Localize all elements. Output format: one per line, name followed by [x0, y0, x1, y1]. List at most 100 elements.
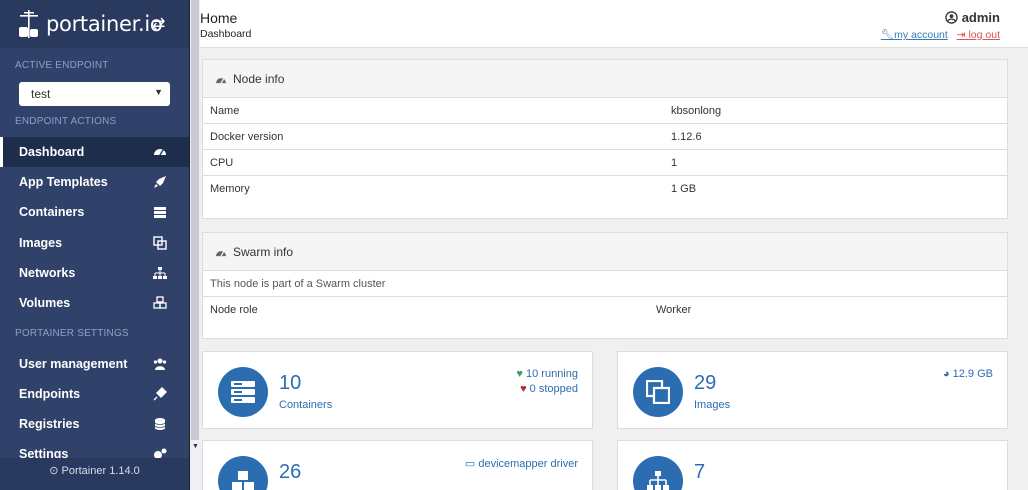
sidebar-item-label: Registries [19, 417, 80, 431]
user-circle-icon [944, 11, 958, 24]
sign-out-icon: ⇥ [956, 29, 966, 41]
sidebar-item-label: User management [19, 357, 128, 371]
images-label: Images [694, 399, 731, 411]
cubes-icon [153, 296, 167, 309]
caret-down-icon: ▼ [154, 87, 163, 97]
sidebar-item-volumes[interactable]: Volumes [0, 288, 189, 318]
sidebar-item-containers[interactable]: Containers [0, 197, 189, 227]
version-footer: ⊙ Portainer 1.14.0 [0, 458, 189, 490]
table-row: Docker version 1.12.6 [203, 124, 1007, 150]
swarm-info-widget: Swarm info This node is part of a Swarm … [202, 232, 1008, 339]
sidebar-item-label: Networks [19, 266, 76, 280]
endpoint-actions-label: ENDPOINT ACTIONS [15, 116, 117, 127]
running-status: ♥︎ 10 running [516, 368, 578, 380]
containers-label: Containers [279, 399, 333, 411]
tachometer-icon [216, 77, 226, 83]
page-header: Home Dashboard admin 🔧︎my account ⇥ log … [200, 0, 1028, 48]
sidebar-item-label: Containers [19, 205, 85, 219]
volumes-tile[interactable]: 26 ▭ devicemapper driver [202, 440, 593, 490]
row-value: kbsonlong [671, 104, 722, 117]
my-account-link[interactable]: 🔧︎my account [881, 29, 948, 41]
sidebar-item-label: App Templates [19, 175, 108, 189]
images-size: ◕ 12.9 GB [943, 368, 993, 380]
endpoint-select[interactable]: test ▼ [19, 82, 170, 106]
table-row: Memory 1 GB [203, 176, 1007, 202]
log-out-link[interactable]: ⇥ log out [957, 29, 1000, 41]
volumes-driver-value: devicemapper driver [478, 458, 578, 470]
sidebar-toggle-icon[interactable]: ⇄ [152, 14, 165, 34]
containers-tile[interactable]: 10 Containers ♥︎ 10 running ♥︎ 0 stopped [202, 351, 593, 429]
clone-icon [633, 367, 683, 417]
hdd-icon: ▭ [464, 458, 476, 470]
row-key: Memory [210, 183, 250, 195]
portainer-logo: portainer.io [16, 9, 163, 39]
swarm-info-title: Swarm info [233, 244, 294, 259]
sidebar-item-app-templates[interactable]: App Templates [0, 167, 189, 197]
sitemap-icon [153, 267, 167, 279]
sidebar-item-dashboard[interactable]: Dashboard [0, 137, 189, 167]
sidebar-item-images[interactable]: Images [0, 228, 189, 258]
heartbeat-icon: ♥︎ [520, 383, 527, 395]
sidebar-item-label: Dashboard [19, 145, 85, 159]
cogs-icon [154, 448, 167, 458]
pie-chart-icon: ◕ [942, 368, 950, 380]
scroll-down-arrow-icon[interactable]: ▼ [192, 443, 199, 450]
row-key: Name [210, 104, 240, 117]
sidebar-item-networks[interactable]: Networks [0, 258, 189, 288]
user-menu: admin [944, 10, 1000, 25]
networks-count: 7 [694, 461, 706, 483]
active-endpoint-label: ACTIVE ENDPOINT [15, 60, 109, 71]
username: admin [961, 10, 1000, 25]
row-value: 1 [671, 156, 678, 169]
table-row: Node role Worker [203, 297, 1007, 323]
endpoint-selected-value: test [31, 87, 51, 101]
sidebar-item-label: Images [19, 236, 63, 250]
volumes-driver: ▭ devicemapper driver [465, 457, 578, 470]
row-key: CPU [210, 156, 234, 169]
sidebar-item-user-management[interactable]: User management [0, 349, 189, 379]
sidebar-item-label: Settings [19, 447, 69, 458]
cubes-icon [218, 456, 268, 490]
networks-tile[interactable]: 7 [617, 440, 1008, 490]
stopped-count: 0 stopped [529, 383, 578, 395]
row-key: Node role [210, 304, 258, 316]
clone-icon [153, 236, 167, 250]
sitemap-icon [633, 456, 683, 490]
my-account-label: my account [894, 29, 948, 41]
volumes-count: 26 [279, 461, 302, 483]
wrench-icon: 🔧︎ [880, 29, 895, 41]
scrollbar-thumb[interactable] [191, 0, 199, 440]
portainer-logo-icon [19, 10, 38, 38]
sidebar-item-label: Volumes [19, 296, 71, 310]
tachometer-icon [154, 149, 166, 156]
stopped-status: ♥︎ 0 stopped [520, 383, 578, 395]
swarm-info-header: Swarm info [203, 233, 1007, 271]
sidebar-item-label: Endpoints [19, 387, 81, 401]
images-count: 29 [694, 372, 717, 394]
node-info-widget: Node info Name kbsonlong Docker version 1.… [202, 59, 1008, 219]
header-links: 🔧︎my account ⇥ log out [881, 28, 1000, 41]
tachometer-icon [216, 250, 226, 256]
github-icon: ⊙ [49, 465, 59, 477]
version-label: Portainer 1.14.0 [61, 465, 140, 477]
row-value: 1 GB [671, 183, 697, 195]
row-value: 1.12.6 [671, 130, 702, 143]
server-icon [218, 367, 268, 417]
node-info-title: Node info [233, 71, 285, 86]
plug-icon [153, 387, 167, 401]
row-value: Worker [656, 304, 692, 316]
brand-name: portainer.io [46, 12, 163, 36]
server-icon [154, 207, 166, 218]
log-out-label: log out [968, 29, 1000, 41]
sidebar-item-settings[interactable]: Settings [0, 439, 189, 458]
images-tile[interactable]: 29 Images ◕ 12.9 GB [617, 351, 1008, 429]
node-info-header: Node info [203, 60, 1007, 98]
running-count: 10 running [526, 368, 578, 380]
portainer-settings-label: PORTAINER SETTINGS [15, 328, 129, 339]
heartbeat-icon: ♥︎ [516, 368, 523, 380]
swarm-note: This node is part of a Swarm cluster [203, 271, 1007, 297]
sidebar-item-registries[interactable]: Registries [0, 409, 189, 439]
sidebar-item-endpoints[interactable]: Endpoints [0, 379, 189, 409]
main-content: Node info Name kbsonlong Docker version 1.… [200, 48, 1028, 490]
images-size-value: 12.9 GB [952, 368, 993, 380]
